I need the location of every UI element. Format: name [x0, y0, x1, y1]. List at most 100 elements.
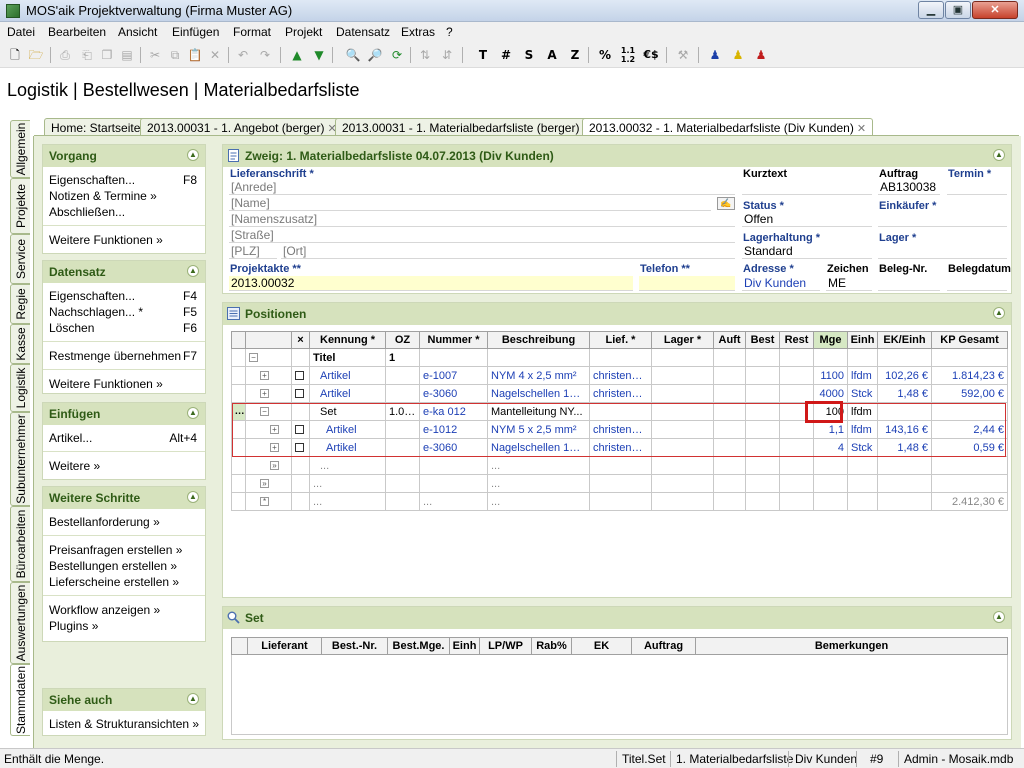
column-header[interactable]: Lief. *	[589, 331, 652, 349]
table-row[interactable]: + Artikel e-3060 Nagelschellen 10 ... ch…	[231, 384, 1008, 403]
collapse-node-icon[interactable]: −	[260, 407, 269, 417]
namenszusatz-field[interactable]: [Namenszusatz]	[229, 212, 735, 227]
menu-help[interactable]: ?	[446, 25, 453, 39]
column-header[interactable]: Best.Mge.	[387, 637, 450, 655]
paste-document-icon[interactable]: ▤	[118, 46, 136, 64]
link-weitere-funktionen[interactable]: Weitere Funktionen »	[49, 377, 163, 391]
oz-cell[interactable]: 1.001	[385, 402, 420, 421]
close-tab-icon[interactable]: ✕	[857, 123, 866, 135]
tab-materialbedarfsliste-berger[interactable]: 2013.00031 - 1. Materialbedarfsliste (be…	[335, 118, 599, 136]
delete-icon[interactable]: ✕	[206, 46, 224, 64]
column-header[interactable]: Auft	[713, 331, 746, 349]
link-lieferscheine[interactable]: Lieferscheine erstellen »	[49, 575, 179, 589]
maximize-button[interactable]: ▣	[945, 1, 971, 19]
refresh-icon[interactable]: ⟳	[388, 46, 406, 64]
expand-node-icon[interactable]: +	[260, 389, 269, 399]
column-header[interactable]: LP/WP	[479, 637, 532, 655]
placeholder-cell[interactable]: ...	[309, 456, 386, 475]
column-header[interactable]: OZ	[385, 331, 420, 349]
user-red-icon[interactable]: ♟	[752, 46, 770, 64]
vtab-service[interactable]: Service	[10, 234, 30, 284]
row-checkbox[interactable]	[295, 371, 304, 381]
row-checkbox[interactable]	[295, 443, 304, 453]
nummer-cell[interactable]: e-1012	[419, 420, 488, 439]
oz-cell[interactable]	[385, 420, 420, 439]
column-header[interactable]: Rest	[779, 331, 814, 349]
kp-cell[interactable]	[931, 402, 1008, 421]
link-restmenge-uebernehmen[interactable]: Restmenge übernehmen	[49, 349, 181, 363]
kennung-cell[interactable]: Titel	[309, 348, 386, 367]
new-row-icon[interactable]: *	[260, 497, 269, 507]
table-row-placeholder[interactable]: * ... ... ... 2.412,30 €	[231, 492, 1008, 511]
menu-datei[interactable]: Datei	[7, 25, 35, 39]
menu-projekt[interactable]: Projekt	[285, 25, 322, 39]
percent-icon[interactable]: %	[596, 46, 614, 64]
column-header[interactable]: Kennung *	[309, 331, 386, 349]
vtab-bueroarbeiten[interactable]: Büroarbeiten	[10, 506, 30, 582]
vtab-allgemein[interactable]: Allgemein	[10, 120, 30, 178]
collapse-icon[interactable]: ▲	[993, 307, 1005, 319]
column-header[interactable]: Best	[745, 331, 780, 349]
column-header[interactable]: Bemerkungen	[695, 637, 1008, 655]
column-header[interactable]: ×	[291, 331, 310, 349]
kennung-cell[interactable]: Artikel	[309, 438, 386, 457]
menge-cell[interactable]: 4000	[813, 384, 848, 403]
table-row-selected[interactable]: ... − Set 1.001 e-ka 012 Mantelleitung N…	[231, 402, 1008, 421]
link-notizen-termine[interactable]: Notizen & Termine »	[49, 189, 157, 203]
placeholder-cell[interactable]: ...	[487, 456, 590, 475]
vtab-stammdaten[interactable]: Stammdaten	[10, 664, 30, 736]
find-icon[interactable]: 🔍	[344, 46, 362, 64]
kp-cell[interactable]: 0,59 €	[931, 438, 1008, 457]
table-row[interactable]: + Artikel e-3060 Nagelschellen 10 ... ch…	[231, 438, 1008, 457]
oz-cell[interactable]	[385, 384, 420, 403]
menge-cell[interactable]: 1,1	[813, 420, 848, 439]
auftrag-field[interactable]: AB130038	[878, 180, 940, 195]
expand-node-icon[interactable]: +	[270, 443, 279, 453]
collapse-icon[interactable]: ▲	[187, 149, 199, 161]
panel-header[interactable]: Positionen ▲	[223, 303, 1011, 325]
insert-article-icon[interactable]: A	[543, 46, 561, 64]
link-listen-strukturansichten[interactable]: Listen & Strukturansichten »	[49, 717, 199, 731]
lieferant-cell[interactable]: christensen	[589, 366, 652, 385]
menge-edit-cell[interactable]: 100	[813, 402, 848, 421]
lagerhaltung-field[interactable]: Standard	[742, 244, 872, 259]
column-header[interactable]: Rab%	[531, 637, 572, 655]
expand-node-icon[interactable]: +	[260, 371, 269, 381]
tab-angebot[interactable]: 2013.00031 - 1. Angebot (berger) ✕	[140, 118, 344, 136]
ek-cell[interactable]	[877, 402, 932, 421]
table-row[interactable]: + Artikel e-1007 NYM 4 x 2,5 mm² christe…	[231, 366, 1008, 385]
einheit-cell[interactable]: Stck	[847, 438, 878, 457]
link-eigenschaften[interactable]: Eigenschaften...	[49, 173, 135, 187]
insert-sum-icon[interactable]: Z	[566, 46, 584, 64]
tools-icon[interactable]: ⚒	[674, 46, 692, 64]
menu-ansicht[interactable]: Ansicht	[118, 25, 157, 39]
paste-icon[interactable]: 📋	[186, 46, 204, 64]
user-blue-icon[interactable]: ♟	[706, 46, 724, 64]
einheit-cell[interactable]: Stck	[847, 384, 878, 403]
link-plugins[interactable]: Plugins »	[49, 619, 98, 633]
kurztext-field[interactable]	[742, 180, 872, 195]
insert-title-icon[interactable]: T	[474, 46, 492, 64]
panel-header[interactable]: Weitere Schritte ▲	[43, 487, 205, 509]
table-row[interactable]: + Artikel e-1012 NYM 5 x 2,5 mm² christe…	[231, 420, 1008, 439]
column-header[interactable]: KP Gesamt	[931, 331, 1008, 349]
ek-cell[interactable]: 102,26 €	[877, 366, 932, 385]
copy-icon[interactable]: ⧉	[166, 46, 184, 64]
kennung-cell[interactable]: Artikel	[309, 384, 386, 403]
column-header[interactable]: Einh	[449, 637, 480, 655]
vtab-auswertungen[interactable]: Auswertungen	[10, 582, 30, 664]
kp-cell[interactable]: 1.814,23 €	[931, 366, 1008, 385]
lieferant-cell[interactable]: christensen	[589, 384, 652, 403]
column-header[interactable]: Lager *	[651, 331, 714, 349]
lieferant-cell[interactable]: christensen	[589, 420, 652, 439]
redo-icon[interactable]: ↷	[256, 46, 274, 64]
panel-header[interactable]: Vorgang ▲	[43, 145, 205, 167]
placeholder-cell[interactable]: ...	[419, 492, 488, 511]
panel-header[interactable]: Einfügen ▲	[43, 403, 205, 425]
move-up-icon[interactable]: ▲	[288, 46, 306, 64]
anrede-field[interactable]: [Anrede]	[229, 180, 735, 195]
open-folder-icon[interactable]: 🗁	[27, 46, 45, 64]
beschreibung-cell[interactable]: NYM 5 x 2,5 mm²	[487, 420, 590, 439]
move-down-icon[interactable]: ▼	[310, 46, 328, 64]
panel-header[interactable]: Zweig: 1. Materialbedarfsliste 04.07.201…	[223, 145, 1011, 167]
